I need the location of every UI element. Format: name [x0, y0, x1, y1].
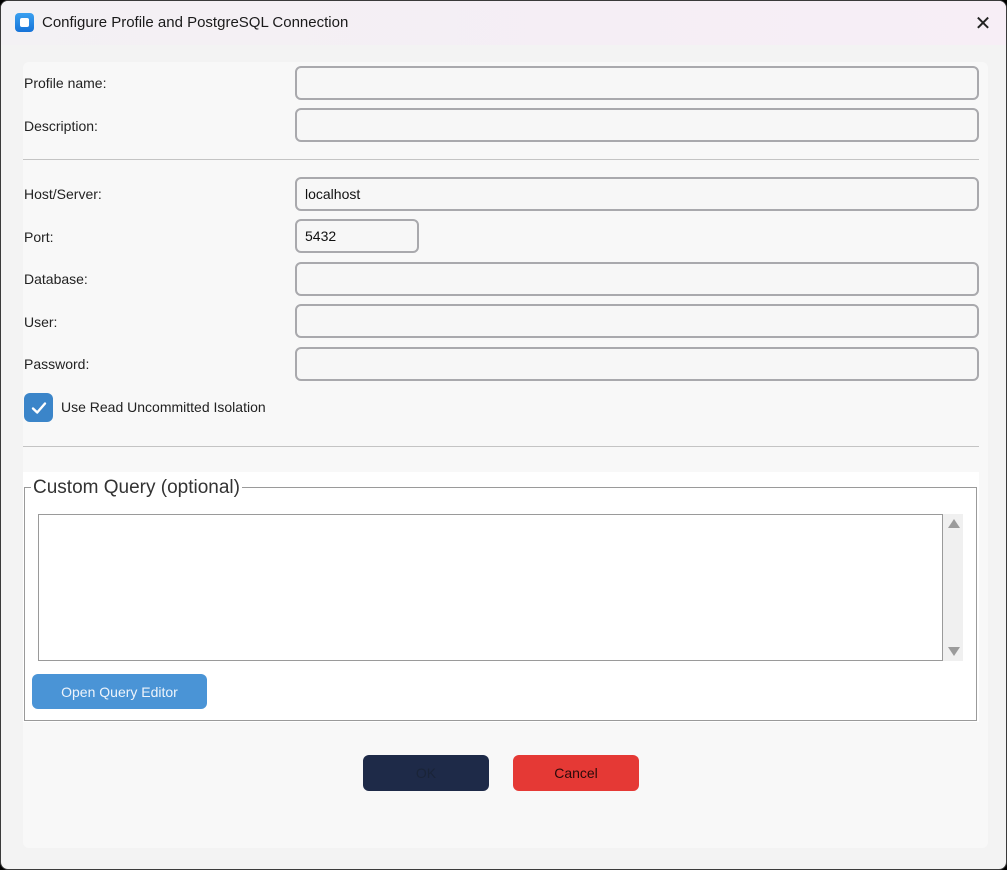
description-label: Description:: [24, 118, 98, 134]
password-field[interactable]: [295, 347, 979, 381]
profile-name-label: Profile name:: [24, 75, 107, 91]
custom-query-legend: Custom Query (optional): [31, 477, 242, 499]
custom-query-group: Custom Query (optional) Open Query Edito…: [23, 472, 979, 722]
app-icon: [15, 13, 34, 32]
description-field[interactable]: [295, 108, 979, 142]
section-divider: [23, 159, 979, 160]
host-label: Host/Server:: [24, 186, 102, 202]
read-uncommitted-label: Use Read Uncommitted Isolation: [61, 399, 266, 415]
close-icon: ✕: [974, 12, 992, 35]
ok-button[interactable]: OK: [363, 755, 489, 791]
section-divider: [23, 446, 979, 447]
port-field[interactable]: [295, 219, 419, 253]
database-label: Database:: [24, 271, 88, 287]
database-field[interactable]: [295, 262, 979, 296]
custom-query-textarea[interactable]: [38, 514, 943, 661]
form-panel: Profile name: Description: Host/Server: …: [23, 62, 988, 848]
host-field[interactable]: [295, 177, 979, 211]
cancel-button[interactable]: Cancel: [513, 755, 639, 791]
query-scrollbar[interactable]: [943, 514, 963, 661]
title-bar[interactable]: Configure Profile and PostgreSQL Connect…: [1, 1, 1006, 45]
dialog-window: Configure Profile and PostgreSQL Connect…: [0, 0, 1007, 870]
scroll-up-arrow-icon[interactable]: [948, 519, 960, 528]
open-query-editor-button[interactable]: Open Query Editor: [32, 674, 207, 709]
scroll-down-arrow-icon[interactable]: [948, 647, 960, 656]
user-field[interactable]: [295, 304, 979, 338]
read-uncommitted-checkbox[interactable]: [24, 393, 53, 422]
window-title: Configure Profile and PostgreSQL Connect…: [42, 14, 349, 31]
user-label: User:: [24, 314, 58, 330]
port-label: Port:: [24, 229, 54, 245]
profile-name-field[interactable]: [295, 66, 979, 100]
close-button[interactable]: ✕: [960, 1, 1006, 45]
password-label: Password:: [24, 356, 90, 372]
check-icon: [31, 401, 46, 414]
